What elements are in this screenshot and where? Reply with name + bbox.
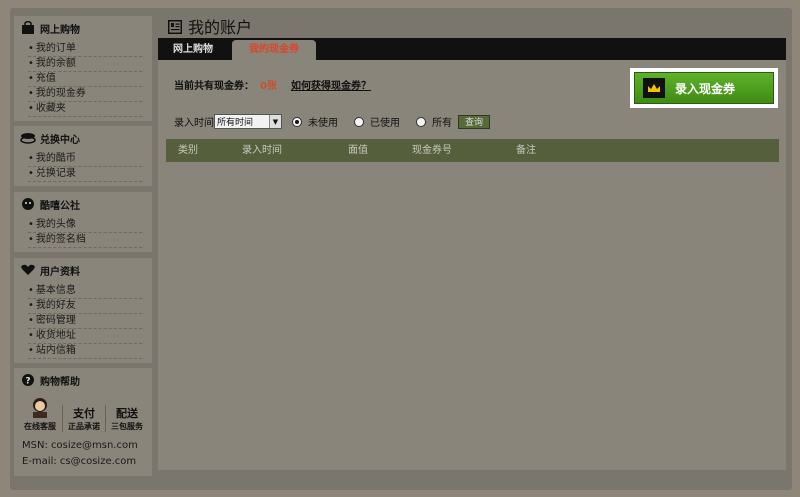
column-header-entry-time: 录入时间	[242, 145, 282, 156]
query-button[interactable]: 查询	[458, 114, 491, 129]
time-filter-label: 录入时间	[174, 118, 214, 129]
online-service-link[interactable]: 在线客服	[18, 396, 62, 432]
sidebar: 网上购物 我的订单 我的余额 充值 我的现金券 收藏夹 兑换中心 我的酷币 兑换…	[14, 12, 152, 476]
help-icon: ?	[20, 372, 36, 388]
email-contact: E-mail: cs@cosize.com	[22, 456, 137, 467]
sidebar-list: 我的头像 我的签名档	[14, 216, 152, 252]
chevron-down-icon: ▼	[269, 115, 281, 128]
add-coupon-button[interactable]: 录入现金券	[634, 72, 774, 104]
sidebar-item-favorites[interactable]: 收藏夹	[28, 102, 142, 117]
delivery-info[interactable]: 配送 三包服务	[105, 405, 148, 432]
tab-my-coupons[interactable]: 我的现金券	[232, 40, 316, 60]
sidebar-section-exchange: 兑换中心 我的酷币 兑换记录	[14, 126, 152, 186]
sidebar-item-coolcoin[interactable]: 我的酷币	[28, 152, 142, 167]
payment-info[interactable]: 支付 正品承诺	[62, 405, 105, 432]
sidebar-section-profile: 用户资料 基本信息 我的好友 密码管理 收货地址 站内信箱	[14, 258, 152, 363]
coupon-summary: 当前共有现金券： 0张 如何获得现金券？	[174, 77, 371, 92]
sidebar-section-help: ? 购物帮助 在线客服 支付 正品承诺 配送 三包服务 MSN: cosize@…	[14, 368, 152, 476]
tab-online-shopping[interactable]: 网上购物	[158, 40, 228, 60]
user-profile-icon	[20, 262, 36, 278]
sidebar-heading: 用户资料	[14, 258, 152, 282]
crown-icon	[643, 78, 665, 98]
sidebar-heading: 兑换中心	[14, 126, 152, 150]
how-to-get-coupons-link[interactable]: 如何获得现金券？	[291, 81, 371, 92]
sidebar-item-avatar[interactable]: 我的头像	[28, 218, 142, 233]
page-title: 我的账户	[168, 14, 252, 38]
sidebar-item-recharge[interactable]: 充值	[28, 72, 142, 87]
coupon-panel: 当前共有现金券： 0张 如何获得现金券？ 录入现金券 录入时间 所有时间 ▼ 未使用…	[158, 60, 786, 470]
sidebar-section-community: 酷嘻公社 我的头像 我的签名档	[14, 192, 152, 252]
shopping-bag-icon	[20, 20, 36, 36]
column-header-value: 面值	[348, 145, 368, 156]
radio-all-label: 所有	[432, 118, 452, 129]
sidebar-item-signature[interactable]: 我的签名档	[28, 233, 142, 248]
coupon-count: 0张	[260, 81, 277, 92]
time-select[interactable]: 所有时间 ▼	[214, 114, 282, 129]
radio-all[interactable]	[416, 116, 426, 127]
account-icon	[168, 19, 182, 34]
sidebar-item-address[interactable]: 收货地址	[28, 329, 142, 344]
service-agent-icon	[33, 398, 47, 418]
sidebar-item-basic-info[interactable]: 基本信息	[28, 284, 142, 299]
radio-unused-label: 未使用	[308, 118, 338, 129]
sidebar-item-balance[interactable]: 我的余额	[28, 57, 142, 72]
sidebar-item-inbox[interactable]: 站内信箱	[28, 344, 142, 359]
svg-text:?: ?	[25, 377, 30, 387]
coupon-table-header: 类别 录入时间 面值 现金券号 备注	[166, 139, 779, 162]
sidebar-heading: 酷嘻公社	[14, 192, 152, 216]
help-box: 在线客服 支付 正品承诺 配送 三包服务 MSN: cosize@msn.com…	[14, 392, 152, 476]
column-header-remarks: 备注	[516, 145, 536, 156]
add-coupon-button-wrap: 录入现金券	[630, 68, 778, 108]
sidebar-list: 基本信息 我的好友 密码管理 收货地址 站内信箱	[14, 282, 152, 363]
sidebar-item-orders[interactable]: 我的订单	[28, 42, 142, 57]
community-icon	[20, 196, 36, 212]
sidebar-section-shopping: 网上购物 我的订单 我的余额 充值 我的现金券 收藏夹	[14, 16, 152, 121]
filter-bar: 录入时间 所有时间 ▼ 未使用 已使用 所有 查询	[174, 114, 491, 129]
sidebar-item-friends[interactable]: 我的好友	[28, 299, 142, 314]
column-header-coupon-number: 现金券号	[412, 145, 452, 156]
sidebar-heading: ? 购物帮助	[14, 368, 152, 392]
summary-label: 当前共有现金券：	[174, 81, 254, 92]
radio-unused[interactable]	[292, 116, 302, 127]
sidebar-item-password[interactable]: 密码管理	[28, 314, 142, 329]
tab-bar: 网上购物 我的现金券	[158, 38, 786, 60]
column-header-type: 类别	[178, 145, 198, 156]
radio-used[interactable]	[354, 116, 364, 127]
sidebar-list: 我的酷币 兑换记录	[14, 150, 152, 186]
sidebar-heading: 网上购物	[14, 16, 152, 40]
msn-contact: MSN: cosize@msn.com	[22, 440, 138, 451]
sidebar-item-coupons[interactable]: 我的现金券	[28, 87, 142, 102]
sidebar-item-exchange-records[interactable]: 兑换记录	[28, 167, 142, 182]
sidebar-list: 我的订单 我的余额 充值 我的现金券 收藏夹	[14, 40, 152, 121]
exchange-icon	[20, 130, 36, 146]
radio-used-label: 已使用	[370, 118, 400, 129]
